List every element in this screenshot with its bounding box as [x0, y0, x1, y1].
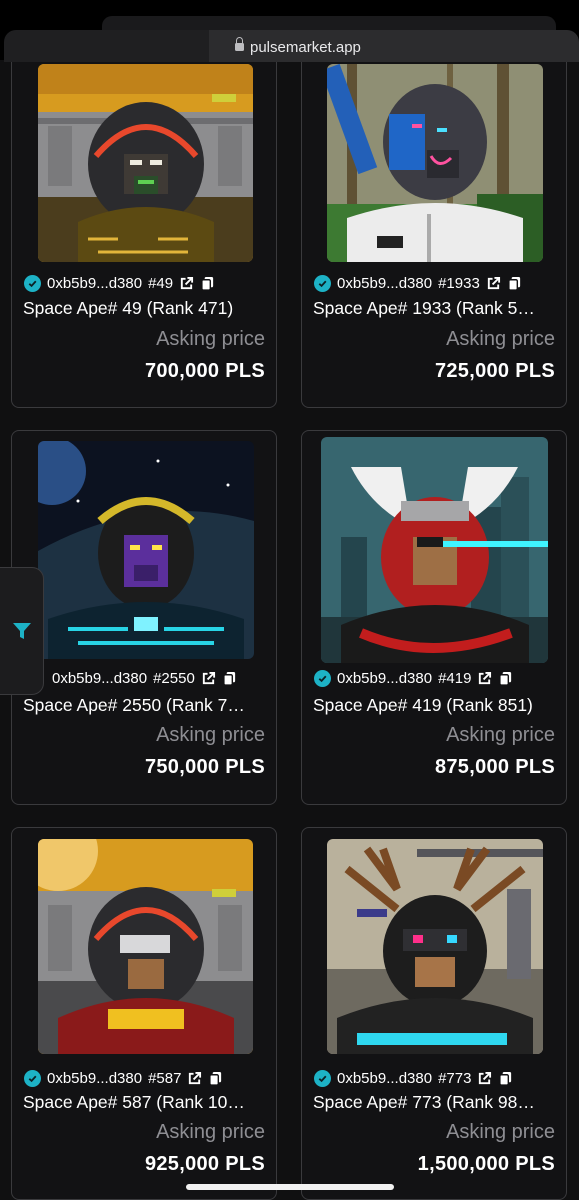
asking-price-label: Asking price — [156, 328, 265, 350]
copy-icon[interactable] — [208, 1071, 223, 1086]
nft-meta: 0xb5b9...d380 #1933 — [314, 273, 522, 293]
nft-name[interactable]: Space Ape# 1933 (Rank 5… — [313, 298, 563, 319]
copy-icon[interactable] — [498, 671, 513, 686]
nft-name[interactable]: Space Ape# 49 (Rank 471) — [23, 298, 273, 319]
lock-icon — [235, 37, 244, 52]
home-indicator[interactable] — [186, 1184, 394, 1190]
copy-icon[interactable] — [200, 276, 215, 291]
contract-address: 0xb5b9...d380 — [337, 1069, 433, 1087]
nft-card[interactable]: 0xb5b9...d380 #1933 Space Ape# 1933 (Ran… — [301, 38, 567, 408]
nft-name[interactable]: Space Ape# 773 (Rank 98… — [313, 1092, 563, 1113]
nft-image[interactable] — [38, 64, 253, 262]
verified-icon — [24, 274, 41, 292]
external-link-icon[interactable] — [201, 671, 216, 686]
nft-card[interactable]: 0xb5b9...d380 #587 Space Ape# 587 (Rank … — [11, 827, 277, 1200]
nft-name[interactable]: Space Ape# 419 (Rank 851) — [313, 695, 563, 716]
contract-address: 0xb5b9...d380 — [337, 669, 433, 687]
nft-image[interactable] — [321, 437, 548, 663]
nft-meta: 0xb5b9...d380 #2550 — [52, 668, 237, 688]
asking-price-value: 875,000 PLS — [434, 756, 555, 778]
asking-price-value: 925,000 PLS — [144, 1153, 265, 1175]
filter-button[interactable] — [0, 567, 44, 695]
external-link-icon[interactable] — [187, 1071, 202, 1086]
external-link-icon[interactable] — [477, 1071, 492, 1086]
external-link-icon[interactable] — [179, 276, 194, 291]
token-id: #1933 — [438, 274, 480, 292]
nft-card[interactable]: 0xb5b9...d380 #49 Space Ape# 49 (Rank 47… — [11, 38, 277, 408]
url-text: pulsemarket.app — [250, 38, 361, 56]
asking-price-label: Asking price — [446, 724, 555, 746]
nft-card[interactable]: 0xb5b9...d380 #2550 Space Ape# 2550 (Ran… — [11, 430, 277, 805]
verified-icon — [314, 274, 331, 292]
contract-address: 0xb5b9...d380 — [47, 1069, 143, 1087]
external-link-icon[interactable] — [477, 671, 492, 686]
nft-name[interactable]: Space Ape# 587 (Rank 10… — [23, 1092, 273, 1113]
verified-icon — [314, 669, 331, 687]
nft-image[interactable] — [38, 839, 253, 1054]
asking-price-value: 750,000 PLS — [144, 756, 265, 778]
nft-image[interactable] — [327, 839, 543, 1054]
verified-icon — [314, 1069, 331, 1087]
nft-meta: 0xb5b9...d380 #773 — [314, 1068, 513, 1088]
token-id: #587 — [148, 1069, 182, 1087]
external-link-icon[interactable] — [486, 276, 501, 291]
verified-icon — [24, 1069, 41, 1087]
copy-icon[interactable] — [498, 1071, 513, 1086]
tab-left-edge — [4, 30, 209, 62]
url-display[interactable]: pulsemarket.app — [235, 36, 361, 58]
token-id: #773 — [438, 1069, 472, 1087]
contract-address: 0xb5b9...d380 — [337, 274, 433, 292]
nft-image[interactable] — [38, 441, 254, 659]
asking-price-label: Asking price — [446, 328, 555, 350]
asking-price-label: Asking price — [156, 724, 265, 746]
asking-price-value: 1,500,000 PLS — [417, 1153, 555, 1175]
copy-icon[interactable] — [507, 276, 522, 291]
nft-meta: 0xb5b9...d380 #49 — [24, 273, 215, 293]
token-id: #419 — [438, 669, 472, 687]
asking-price-label: Asking price — [156, 1121, 265, 1143]
nft-image[interactable] — [327, 64, 543, 262]
nft-card[interactable]: 0xb5b9...d380 #419 Space Ape# 419 (Rank … — [301, 430, 567, 805]
copy-icon[interactable] — [222, 671, 237, 686]
nft-name[interactable]: Space Ape# 2550 (Rank 7… — [23, 695, 273, 716]
filter-icon — [13, 623, 31, 639]
contract-address: 0xb5b9...d380 — [52, 669, 148, 687]
token-id: #2550 — [153, 669, 195, 687]
browser-url-bar[interactable]: pulsemarket.app — [0, 0, 579, 62]
nft-meta: 0xb5b9...d380 #587 — [24, 1068, 223, 1088]
asking-price-label: Asking price — [446, 1121, 555, 1143]
asking-price-value: 725,000 PLS — [434, 360, 555, 382]
token-id: #49 — [148, 274, 174, 292]
contract-address: 0xb5b9...d380 — [47, 274, 143, 292]
asking-price-value: 700,000 PLS — [144, 360, 265, 382]
nft-card[interactable]: 0xb5b9...d380 #773 Space Ape# 773 (Rank … — [301, 827, 567, 1200]
marketplace-screen: pulsemarket.app 0xb5b9...d380 #49 Space … — [0, 0, 579, 1200]
nft-meta: 0xb5b9...d380 #419 — [314, 668, 513, 688]
